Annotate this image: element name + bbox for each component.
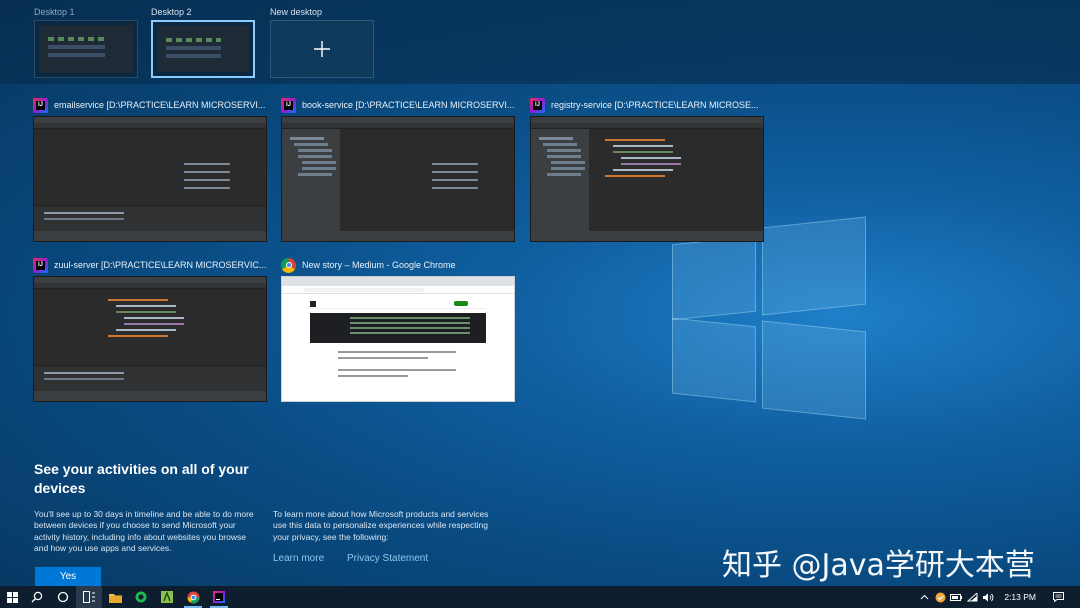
intellij-icon: IJ [530, 97, 545, 113]
intellij-icon: IJ [281, 97, 296, 113]
new-desktop[interactable]: New desktop [270, 6, 374, 78]
watermark-text: 知乎 @Java学研大本营 [722, 548, 1035, 583]
task-view-button[interactable] [76, 586, 102, 608]
learn-more-link[interactable]: Learn more [273, 553, 324, 564]
desktop-1-thumbnail[interactable] [34, 20, 138, 78]
window-card-emailservice[interactable]: IJ emailservice [D:\PRACTICE\LEARN MICRO… [33, 94, 267, 242]
virtual-desktops-bar: Desktop 1 Desktop 2 New desktop [0, 0, 1080, 84]
desktop-2-thumbnail[interactable] [151, 20, 255, 78]
window-title: book-service [D:\PRACTICE\LEARN MICROSER… [302, 100, 515, 110]
window-thumbnail[interactable] [281, 276, 515, 402]
plus-icon [314, 41, 330, 57]
privacy-info-text: To learn more about how Microsoft produc… [273, 509, 489, 542]
desktop-2[interactable]: Desktop 2 [151, 6, 255, 78]
new-desktop-button[interactable] [270, 20, 374, 78]
chrome-icon [187, 591, 199, 604]
timeline-promo-title: See your activities on all of your devic… [34, 461, 249, 496]
window-thumbnail[interactable] [33, 116, 267, 242]
yes-button[interactable]: Yes [35, 567, 101, 586]
window-thumbnail[interactable] [530, 116, 764, 242]
search-button[interactable] [24, 586, 50, 608]
search-icon [31, 591, 43, 603]
start-button[interactable] [0, 586, 24, 608]
wifi-icon[interactable] [964, 586, 980, 608]
intellij-icon [213, 591, 225, 603]
taskbar-app-spotify[interactable] [128, 586, 154, 608]
desktop-2-label: Desktop 2 [151, 7, 192, 17]
cortana-button[interactable] [50, 586, 76, 608]
window-card-registry-service[interactable]: IJ registry-service [D:\PRACTICE\LEARN M… [530, 94, 764, 242]
desktop-1-label: Desktop 1 [34, 7, 75, 17]
intellij-icon: IJ [33, 257, 48, 273]
privacy-statement-link[interactable]: Privacy Statement [347, 553, 428, 564]
taskbar: 2:13 PM [0, 586, 1080, 608]
chrome-icon [281, 257, 296, 273]
intellij-icon: IJ [33, 97, 48, 113]
window-title: New story – Medium - Google Chrome [302, 260, 456, 270]
cortana-circle-icon [57, 591, 69, 603]
system-tray: 2:13 PM [916, 586, 1080, 608]
file-explorer-icon [108, 593, 122, 603]
window-title: registry-service [D:\PRACTICE\LEARN MICR… [551, 100, 759, 110]
action-center-notifications-icon[interactable] [1050, 586, 1066, 608]
windows-start-icon [6, 591, 18, 603]
task-view-icon [82, 591, 95, 603]
window-thumbnail[interactable] [33, 276, 267, 402]
taskbar-app-intellij[interactable] [206, 586, 232, 608]
timeline-promo-body: You'll see up to 30 days in timeline and… [34, 509, 254, 554]
window-card-chrome[interactable]: New story – Medium - Google Chrome [281, 254, 515, 402]
taskbar-clock[interactable]: 2:13 PM [1004, 592, 1036, 602]
new-desktop-label: New desktop [270, 7, 323, 17]
task-check-icon[interactable] [932, 586, 948, 608]
battery-icon[interactable] [948, 586, 964, 608]
window-card-book-service[interactable]: IJ book-service [D:\PRACTICE\LEARN MICRO… [281, 94, 515, 242]
window-card-zuul-server[interactable]: IJ zuul-server [D:\PRACTICE\LEARN MICROS… [33, 254, 267, 402]
android-studio-icon [161, 591, 173, 603]
windows-logo-background [672, 214, 868, 420]
window-thumbnail[interactable] [281, 116, 515, 242]
taskbar-app-file-explorer[interactable] [102, 586, 128, 608]
window-title: zuul-server [D:\PRACTICE\LEARN MICROSERV… [54, 260, 267, 270]
show-hidden-icons-chevron-up-icon[interactable] [916, 586, 932, 608]
spotify-icon [135, 591, 147, 603]
taskbar-app-android-studio[interactable] [154, 586, 180, 608]
volume-icon[interactable] [980, 586, 996, 608]
desktop-1[interactable]: Desktop 1 [34, 6, 138, 78]
window-title: emailservice [D:\PRACTICE\LEARN MICROSER… [54, 100, 266, 110]
taskbar-app-chrome[interactable] [180, 586, 206, 608]
